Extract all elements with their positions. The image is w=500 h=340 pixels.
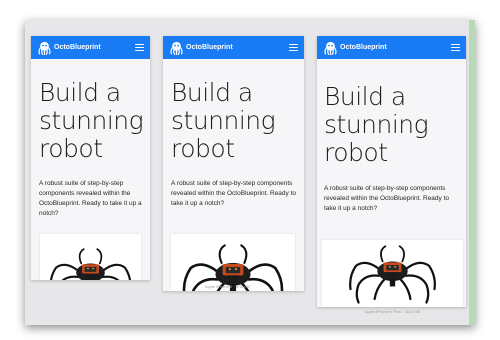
hero-description: A robust suite of step-by-step component… [171, 180, 297, 208]
page-title: Build a stunning robot [324, 82, 429, 167]
page-title-line: stunning [324, 110, 429, 139]
robot-image [171, 234, 295, 291]
page-title: Build a stunning robot [39, 78, 144, 163]
page-title-line: Build a [171, 78, 253, 107]
robot-image [322, 240, 463, 307]
brand-link[interactable]: OctoBlueprint [169, 40, 233, 55]
page-title: Build a stunning robot [171, 78, 276, 163]
hero-description: A robust suite of step-by-step component… [324, 185, 450, 213]
brand-link[interactable]: OctoBlueprint [37, 40, 101, 55]
screenshot-canvas: OctoBlueprint Build a stunning robot A r… [25, 20, 475, 325]
device-caption: Apple iPhone 6 Plus · 414x736 [365, 309, 420, 314]
octopus-logo-icon [169, 40, 184, 55]
brand-name: OctoBlueprint [186, 44, 233, 51]
page-title-line: robot [39, 134, 103, 163]
page-title-line: robot [324, 138, 388, 167]
brand-link[interactable]: OctoBlueprint [323, 40, 387, 55]
page-title-line: stunning [39, 106, 144, 135]
page-title-line: Build a [39, 78, 121, 107]
device-preview-iphone-6: OctoBlueprint Build a stunning robot A r… [163, 36, 304, 291]
device-preview-small: OctoBlueprint Build a stunning robot A r… [31, 36, 150, 280]
octopus-logo-icon [323, 40, 338, 55]
background-edge [469, 20, 475, 325]
navbar: OctoBlueprint [317, 36, 466, 59]
page-title-line: stunning [171, 106, 276, 135]
hero-description: A robust suite of step-by-step component… [39, 180, 142, 218]
octopus-logo-icon [37, 40, 52, 55]
navbar: OctoBlueprint [163, 36, 304, 59]
device-preview-iphone-6-plus: OctoBlueprint Build a stunning robot A r… [317, 36, 466, 307]
page-title-line: Build a [324, 82, 406, 111]
robot-image [40, 234, 141, 280]
page-title-line: robot [171, 134, 235, 163]
hamburger-menu-icon[interactable] [451, 44, 460, 51]
hamburger-menu-icon[interactable] [289, 44, 298, 51]
brand-name: OctoBlueprint [340, 44, 387, 51]
device-caption: Apple iPhone 6 · 375x667 [205, 284, 252, 289]
hamburger-menu-icon[interactable] [135, 44, 144, 51]
navbar: OctoBlueprint [31, 36, 150, 59]
brand-name: OctoBlueprint [54, 44, 101, 51]
